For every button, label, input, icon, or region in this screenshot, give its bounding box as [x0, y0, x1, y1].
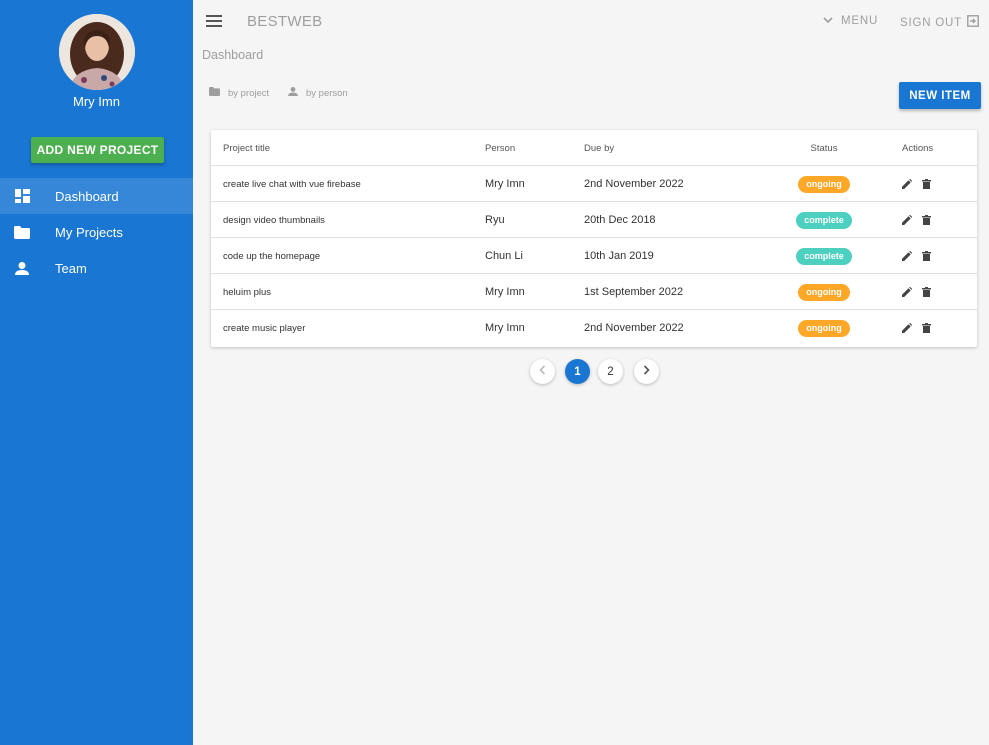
- table-header-row: Project title Person Due by Status Actio…: [211, 130, 977, 166]
- sign-out-label: SIGN OUT: [900, 16, 962, 29]
- delete-icon[interactable]: [921, 287, 931, 297]
- user-name: Mry Imn: [73, 94, 120, 109]
- page-button-2[interactable]: 2: [598, 359, 623, 384]
- new-item-button[interactable]: NEW ITEM: [899, 82, 981, 109]
- header-person[interactable]: Person: [485, 130, 515, 166]
- project-title: design video thumbnails: [223, 214, 325, 226]
- status-badge: complete: [796, 247, 852, 265]
- table-row: heluim plus Mry Imn 1st September 2022 o…: [211, 274, 977, 310]
- due-date: 10th Jan 2019: [584, 250, 654, 262]
- header-project-title[interactable]: Project title: [223, 130, 270, 166]
- chevron-left-icon: [539, 365, 546, 378]
- sidebar-item-label: Team: [55, 260, 87, 276]
- edit-icon[interactable]: [902, 215, 912, 225]
- chevron-down-icon: [823, 15, 833, 27]
- due-date: 2nd November 2022: [584, 322, 684, 334]
- edit-icon[interactable]: [902, 287, 912, 297]
- due-date: 20th Dec 2018: [584, 214, 656, 226]
- sidebar: Mry Imn ADD NEW PROJECT Dashboard My Pro…: [0, 0, 193, 745]
- edit-icon[interactable]: [902, 323, 912, 333]
- page-button-1[interactable]: 1: [565, 359, 590, 384]
- menu-button[interactable]: MENU: [823, 15, 878, 27]
- sidebar-nav: Dashboard My Projects Team: [0, 178, 193, 286]
- dashboard-icon: [14, 189, 30, 203]
- sidebar-item-team[interactable]: Team: [0, 250, 193, 286]
- person-icon: [14, 261, 30, 275]
- header-due-by[interactable]: Due by: [584, 130, 614, 166]
- person: Ryu: [485, 214, 505, 226]
- page-title: Dashboard: [202, 48, 264, 62]
- person-icon: [288, 87, 298, 99]
- delete-icon[interactable]: [921, 251, 931, 261]
- edit-icon[interactable]: [902, 179, 912, 189]
- add-new-project-button[interactable]: ADD NEW PROJECT: [31, 137, 164, 163]
- status-badge: ongoing: [798, 319, 850, 337]
- avatar: [59, 14, 135, 90]
- header-actions: Actions: [902, 142, 934, 154]
- person: Mry Imn: [485, 178, 525, 190]
- prev-page-button[interactable]: [530, 359, 555, 384]
- project-title: code up the homepage: [223, 250, 321, 262]
- table-row: create music player Mry Imn 2nd November…: [211, 310, 977, 346]
- delete-icon[interactable]: [921, 215, 931, 225]
- table-row: design video thumbnails Ryu 20th Dec 201…: [211, 202, 977, 238]
- due-date: 2nd November 2022: [584, 178, 684, 190]
- person: Mry Imn: [485, 322, 525, 334]
- delete-icon[interactable]: [921, 323, 931, 333]
- project-title: heluim plus: [223, 286, 272, 298]
- project-title: create live chat with vue firebase: [223, 178, 361, 190]
- folder-icon: [209, 87, 220, 99]
- delete-icon[interactable]: [921, 179, 931, 189]
- person: Chun Li: [485, 250, 523, 262]
- sidebar-item-label: Dashboard: [55, 188, 119, 204]
- sidebar-item-dashboard[interactable]: Dashboard: [0, 178, 193, 214]
- table-row: code up the homepage Chun Li 10th Jan 20…: [211, 238, 977, 274]
- exit-icon: [967, 15, 979, 30]
- project-title: create music player: [223, 322, 306, 334]
- sign-out-button[interactable]: SIGN OUT: [900, 15, 979, 30]
- status-badge: ongoing: [798, 283, 850, 301]
- person: Mry Imn: [485, 286, 525, 298]
- brand-title: BESTWEB: [247, 13, 323, 30]
- table-row: create live chat with vue firebase Mry I…: [211, 166, 977, 202]
- sort-by-project-label: by project: [228, 87, 270, 99]
- sort-by-project-button[interactable]: by project: [209, 87, 269, 99]
- hamburger-menu-icon[interactable]: [206, 14, 222, 28]
- projects-table: Project title Person Due by Status Actio…: [211, 130, 977, 347]
- chevron-right-icon: [643, 365, 650, 378]
- status-badge: ongoing: [798, 175, 850, 193]
- status-badge: complete: [796, 211, 852, 229]
- sort-by-person-button[interactable]: by person: [288, 87, 348, 99]
- next-page-button[interactable]: [634, 359, 659, 384]
- folder-icon: [14, 225, 30, 239]
- header-status[interactable]: Status: [794, 130, 854, 166]
- sort-by-person-label: by person: [306, 87, 348, 99]
- sidebar-item-label: My Projects: [55, 224, 123, 240]
- due-date: 1st September 2022: [584, 286, 684, 298]
- menu-label: MENU: [841, 15, 879, 27]
- edit-icon[interactable]: [902, 251, 912, 261]
- sidebar-item-my-projects[interactable]: My Projects: [0, 214, 193, 250]
